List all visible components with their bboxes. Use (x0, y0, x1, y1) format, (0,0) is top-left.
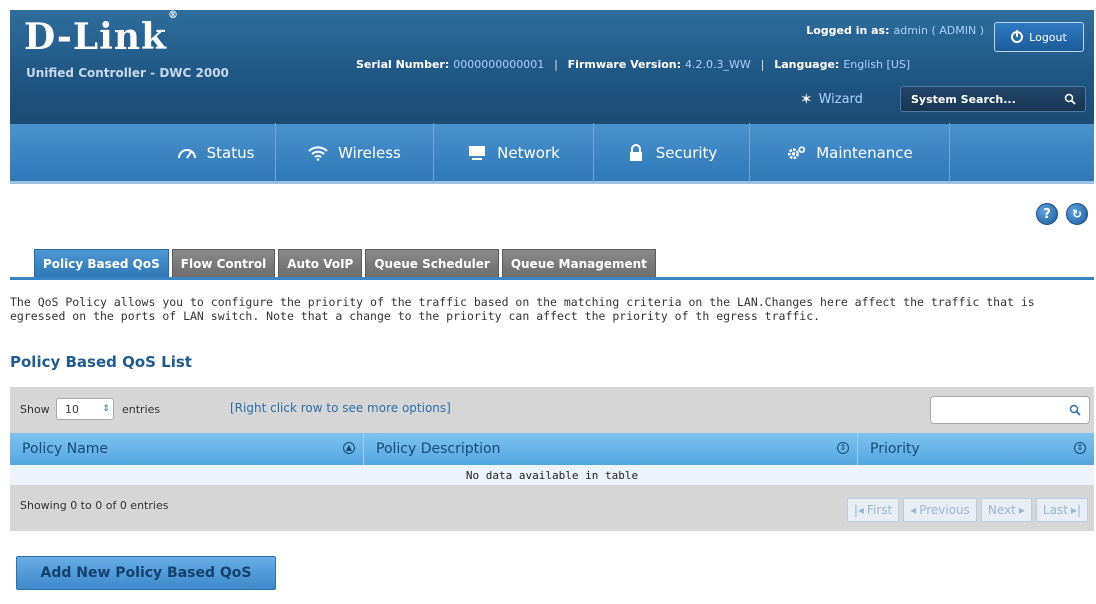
next-page-button[interactable]: Next ▸ (980, 498, 1032, 522)
last-icon: ▸| (1070, 503, 1081, 517)
product-subtitle: Unified Controller - DWC 2000 (26, 66, 229, 80)
lock-icon (626, 143, 646, 161)
tab-policy-based-qos[interactable]: Policy Based QoS (34, 249, 169, 277)
nav-maintenance[interactable]: Maintenance (750, 122, 950, 183)
tab-flow-control[interactable]: Flow Control (171, 249, 276, 277)
entries-select[interactable]: 10 ⇕ (56, 398, 114, 420)
tab-underline (10, 277, 1094, 280)
last-page-button[interactable]: Last ▸| (1035, 498, 1088, 522)
wizard-link[interactable]: ✶ Wizard (800, 90, 863, 108)
language-link[interactable]: English [US] (843, 58, 910, 71)
gear-icon (786, 145, 806, 161)
column-priority[interactable]: Priority ⇕ (858, 433, 1094, 465)
monitor-icon (467, 145, 487, 161)
wifi-icon (308, 145, 328, 161)
select-arrows-icon: ⇕ (102, 404, 110, 414)
previous-icon: ◂ (910, 503, 917, 517)
app-header: D-Link® Unified Controller - DWC 2000 Lo… (10, 10, 1094, 124)
system-search-input[interactable]: System Search... (900, 86, 1086, 112)
tab-queue-scheduler[interactable]: Queue Scheduler (365, 249, 499, 277)
dashboard-icon (177, 145, 197, 161)
first-icon: |◂ (853, 503, 864, 517)
logged-in-info: Logged in as: admin ( ADMIN ) (806, 24, 984, 37)
table-header: Policy Name ▲ Policy Description ⇕ Prior… (10, 433, 1094, 465)
sort-asc-icon: ▲ (343, 442, 355, 454)
logout-button[interactable]: Logout (994, 22, 1084, 52)
search-icon (1064, 93, 1076, 105)
section-title: Policy Based QoS List (10, 353, 192, 371)
search-icon (1069, 404, 1081, 416)
add-new-policy-button[interactable]: Add New Policy Based QoS (16, 556, 276, 590)
previous-page-button[interactable]: ◂ Previous (903, 498, 977, 522)
nav-wireless[interactable]: Wireless (276, 122, 434, 183)
right-click-hint: [Right click row to see more options] (230, 401, 451, 415)
power-icon (1011, 30, 1024, 43)
nav-status[interactable]: Status (156, 122, 276, 183)
show-label: Show (20, 403, 50, 416)
refresh-icon[interactable]: ↻ (1066, 203, 1088, 225)
column-policy-name[interactable]: Policy Name ▲ (10, 433, 364, 465)
entries-label: entries (122, 403, 161, 416)
tab-queue-management[interactable]: Queue Management (501, 249, 656, 277)
showing-entries-text: Showing 0 to 0 of 0 entries (20, 499, 169, 512)
first-page-button[interactable]: |◂ First (846, 498, 900, 522)
table-footer: Showing 0 to 0 of 0 entries |◂ First ◂ Pre… (10, 485, 1094, 531)
nav-network[interactable]: Network (434, 122, 594, 183)
main-content: ? ↻ Policy Based QoS Flow Control Auto V… (10, 187, 1094, 604)
sort-icon: ⇕ (837, 442, 849, 454)
magic-wand-icon: ✶ (800, 90, 813, 108)
device-info: Serial Number: 0000000000001 | Firmware V… (356, 58, 911, 71)
column-policy-description[interactable]: Policy Description ⇕ (364, 433, 858, 465)
empty-table-row: No data available in table (10, 465, 1094, 485)
tab-bar: Policy Based QoS Flow Control Auto VoIP … (34, 249, 656, 277)
pagination: |◂ First ◂ Previous Next ▸ Last ▸| (846, 498, 1088, 522)
tab-auto-voip[interactable]: Auto VoIP (278, 249, 363, 277)
sort-icon: ⇕ (1074, 442, 1086, 454)
next-icon: ▸ (1018, 503, 1025, 517)
main-nav: Status Wireless Network Security Mainten… (10, 122, 1094, 184)
page-description: The QoS Policy allows you to configure t… (10, 295, 1035, 323)
nav-security[interactable]: Security (594, 122, 750, 183)
table-toolbar: Show 10 ⇕ entries [Right click row to se… (10, 387, 1094, 433)
dlink-logo: D-Link® (24, 10, 179, 58)
help-icon[interactable]: ? (1036, 203, 1058, 225)
table-search-input[interactable] (930, 396, 1090, 424)
